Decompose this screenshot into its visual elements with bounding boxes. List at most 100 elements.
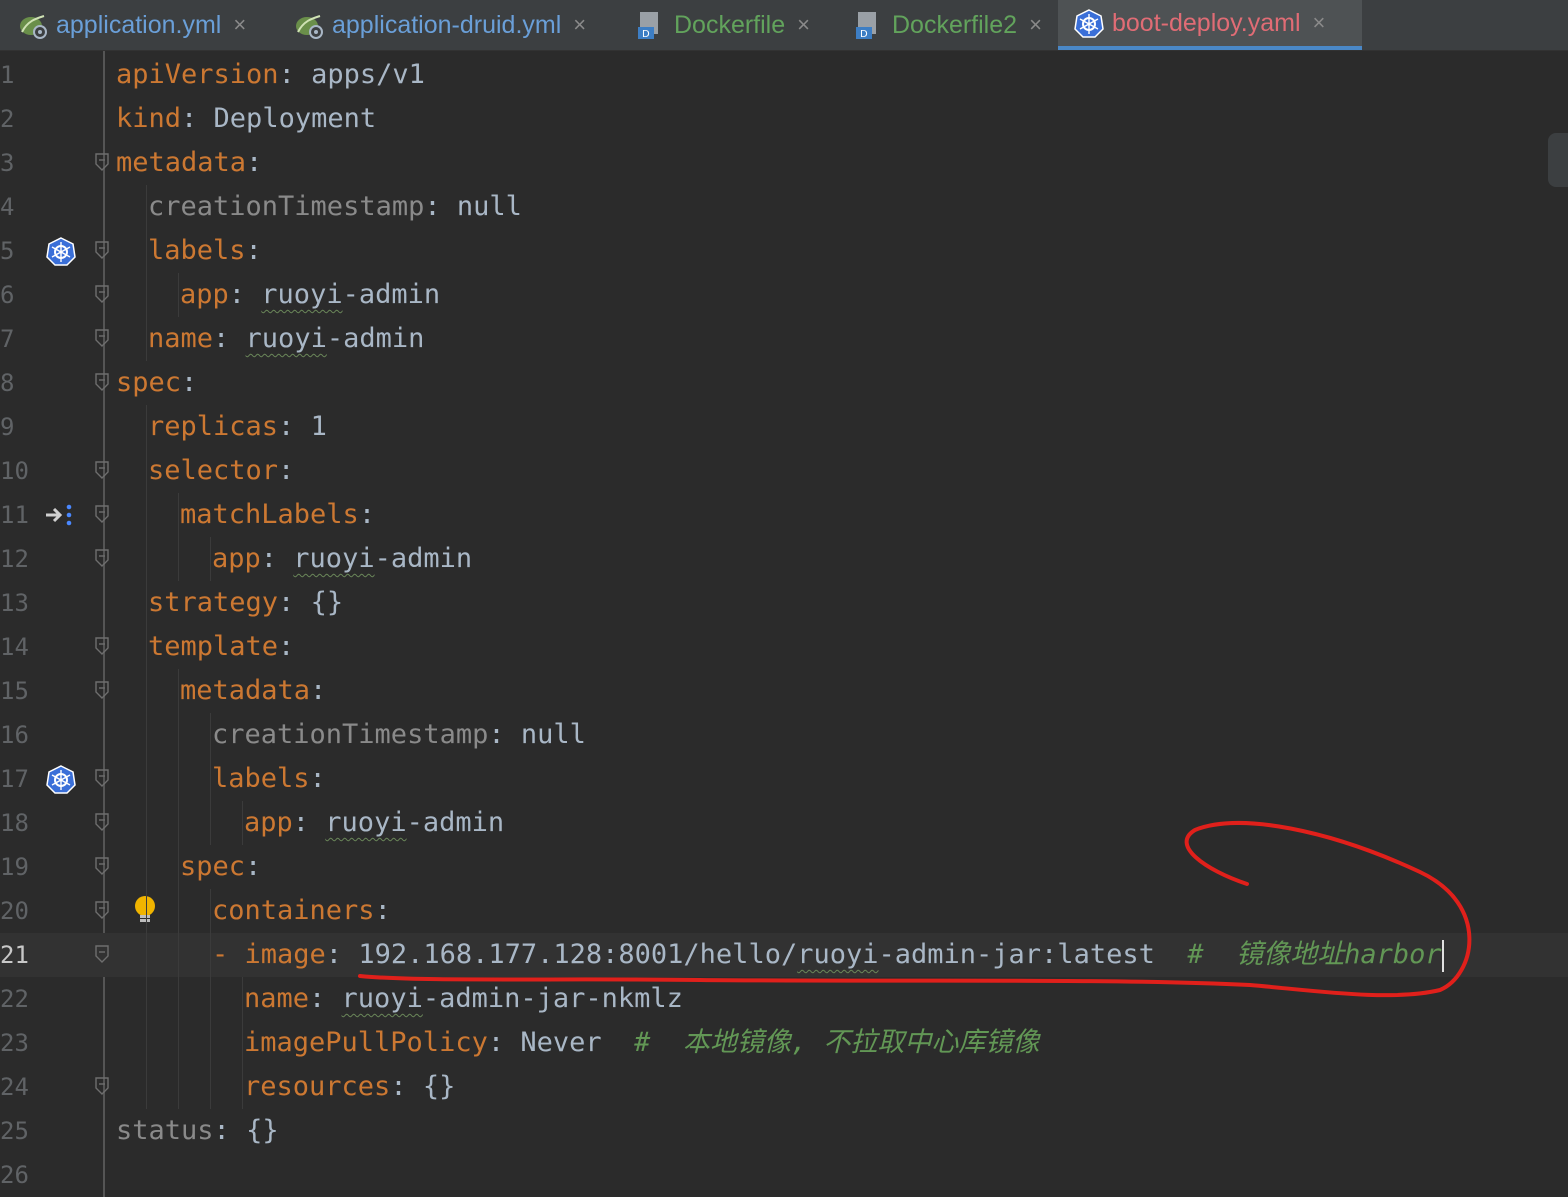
fold-toggle-icon[interactable] bbox=[95, 505, 109, 523]
right-scroll-marker[interactable] bbox=[1548, 133, 1568, 187]
code-text: strategy: {} bbox=[148, 587, 344, 618]
code-line[interactable]: 7 name: ruoyi-admin bbox=[0, 317, 1568, 361]
close-tab-icon[interactable]: × bbox=[797, 12, 810, 38]
code-line[interactable]: 9 replicas: 1 bbox=[0, 405, 1568, 449]
code-line[interactable]: 12 app: ruoyi-admin bbox=[0, 537, 1568, 581]
fold-toggle-icon[interactable] bbox=[95, 637, 109, 655]
lightbulb-icon[interactable] bbox=[132, 894, 158, 930]
code-text: labels: bbox=[212, 763, 326, 794]
line-number: 16 bbox=[0, 721, 29, 749]
line-number: 1 bbox=[0, 61, 15, 89]
close-tab-icon[interactable]: × bbox=[1029, 12, 1042, 38]
kubernetes-icon bbox=[1072, 8, 1106, 38]
indent-guide bbox=[210, 713, 211, 757]
editor-tab-bar: application.yml × application-druid.yml × D D… bbox=[0, 0, 1568, 51]
code-line[interactable]: 21 - image: 192.168.177.128:8001/hello/ru… bbox=[0, 933, 1568, 977]
line-number: 6 bbox=[0, 281, 15, 309]
fold-toggle-icon[interactable] bbox=[95, 857, 109, 875]
line-number: 22 bbox=[0, 985, 29, 1013]
tab-application-druid-yml[interactable]: application-druid.yml × bbox=[278, 0, 612, 50]
line-number: 24 bbox=[0, 1073, 29, 1101]
code-line[interactable]: 24 resources: {} bbox=[0, 1065, 1568, 1109]
code-line[interactable]: 20 containers: bbox=[0, 889, 1568, 933]
line-number: 11 bbox=[0, 501, 29, 529]
code-text: app: ruoyi-admin bbox=[212, 543, 473, 574]
navigate-arrow-icon[interactable] bbox=[44, 500, 78, 534]
indent-guide bbox=[210, 537, 211, 581]
code-line[interactable]: 5 labels: bbox=[0, 229, 1568, 273]
fold-toggle-icon[interactable] bbox=[95, 373, 109, 391]
tab-label: boot-deploy.yaml bbox=[1112, 8, 1301, 37]
code-line[interactable]: 4 creationTimestamp: null bbox=[0, 185, 1568, 229]
fold-toggle-icon[interactable] bbox=[95, 901, 109, 919]
close-tab-icon[interactable]: × bbox=[233, 12, 246, 38]
indent-guide bbox=[178, 537, 179, 581]
tab-application-yml[interactable]: application.yml × bbox=[2, 0, 270, 50]
tab-label: application-druid.yml bbox=[332, 10, 562, 39]
fold-toggle-icon[interactable] bbox=[95, 461, 109, 479]
code-line[interactable]: 26 bbox=[0, 1153, 1568, 1197]
line-number: 10 bbox=[0, 457, 29, 485]
code-line[interactable]: 22 name: ruoyi-admin-jar-nkmlz bbox=[0, 977, 1568, 1021]
fold-toggle-icon[interactable] bbox=[95, 153, 109, 171]
code-line[interactable]: 13 strategy: {} bbox=[0, 581, 1568, 625]
code-editor[interactable]: 1 apiVersion: apps/v1 2 kind: Deployment 3 me… bbox=[0, 51, 1568, 1197]
code-line[interactable]: 2 kind: Deployment bbox=[0, 97, 1568, 141]
code-line[interactable]: 23 imagePullPolicy: Never # 本地镜像, 不拉取中心库镜… bbox=[0, 1021, 1568, 1065]
fold-toggle-icon[interactable] bbox=[95, 769, 109, 787]
fold-toggle-icon[interactable] bbox=[95, 241, 109, 259]
fold-toggle-icon[interactable] bbox=[95, 945, 109, 963]
tab-boot-deploy-yaml[interactable]: boot-deploy.yaml × bbox=[1058, 0, 1362, 50]
code-line[interactable]: 10 selector: bbox=[0, 449, 1568, 493]
line-number: 7 bbox=[0, 325, 15, 353]
indent-guide bbox=[146, 713, 147, 757]
fold-toggle-icon[interactable] bbox=[95, 285, 109, 303]
code-line[interactable]: 6 app: ruoyi-admin bbox=[0, 273, 1568, 317]
line-number: 23 bbox=[0, 1029, 29, 1057]
indent-guide bbox=[146, 229, 147, 273]
indent-guide bbox=[146, 493, 147, 537]
code-line[interactable]: 15 metadata: bbox=[0, 669, 1568, 713]
indent-guide bbox=[146, 757, 147, 801]
code-text: app: ruoyi-admin bbox=[244, 807, 505, 838]
line-number: 15 bbox=[0, 677, 29, 705]
code-text: status: {} bbox=[116, 1115, 279, 1146]
kubernetes-icon[interactable] bbox=[44, 764, 78, 798]
code-line[interactable]: 19 spec: bbox=[0, 845, 1568, 889]
fold-toggle-icon[interactable] bbox=[95, 681, 109, 699]
indent-guide bbox=[178, 977, 179, 1021]
fold-toggle-icon[interactable] bbox=[95, 813, 109, 831]
close-tab-icon[interactable]: × bbox=[1313, 10, 1326, 36]
indent-guide bbox=[178, 1065, 179, 1109]
code-line[interactable]: 25 status: {} bbox=[0, 1109, 1568, 1153]
tab-dockerfile2[interactable]: D Dockerfile2 × bbox=[838, 0, 1050, 50]
kubernetes-icon[interactable] bbox=[44, 236, 78, 270]
indent-guide bbox=[178, 845, 179, 889]
line-number: 2 bbox=[0, 105, 15, 133]
code-line[interactable]: 17 labels: bbox=[0, 757, 1568, 801]
indent-guide bbox=[178, 933, 179, 977]
code-line[interactable]: 18 app: ruoyi-admin bbox=[0, 801, 1568, 845]
line-number: 3 bbox=[0, 149, 15, 177]
close-tab-icon[interactable]: × bbox=[573, 12, 586, 38]
code-line[interactable]: 16 creationTimestamp: null bbox=[0, 713, 1568, 757]
indent-guide bbox=[242, 801, 243, 845]
code-line[interactable]: 11 matchLabels: bbox=[0, 493, 1568, 537]
fold-toggle-icon[interactable] bbox=[95, 1077, 109, 1095]
code-text: metadata: bbox=[116, 147, 263, 178]
code-text: resources: {} bbox=[244, 1071, 456, 1102]
code-line[interactable]: 1 apiVersion: apps/v1 bbox=[0, 53, 1568, 97]
code-line[interactable]: 8 spec: bbox=[0, 361, 1568, 405]
line-number: 12 bbox=[0, 545, 29, 573]
code-text: labels: bbox=[148, 235, 262, 266]
fold-toggle-icon[interactable] bbox=[95, 549, 109, 567]
indent-guide bbox=[210, 889, 211, 933]
code-line[interactable]: 14 template: bbox=[0, 625, 1568, 669]
line-number: 13 bbox=[0, 589, 29, 617]
indent-guide bbox=[146, 317, 147, 361]
indent-guide bbox=[178, 1021, 179, 1065]
code-text: creationTimestamp: null bbox=[212, 719, 586, 750]
tab-dockerfile[interactable]: D Dockerfile × bbox=[620, 0, 830, 50]
fold-toggle-icon[interactable] bbox=[95, 329, 109, 347]
code-line[interactable]: 3 metadata: bbox=[0, 141, 1568, 185]
